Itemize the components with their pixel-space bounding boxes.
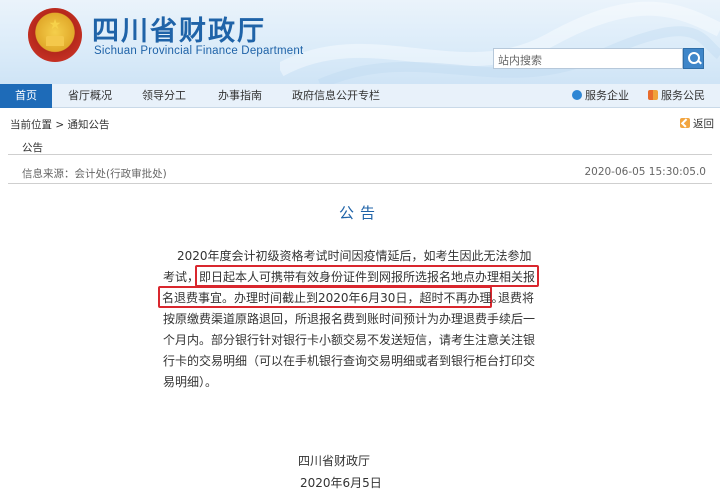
- sign-date: 2020年6月5日: [300, 476, 382, 490]
- article-line: 2020年度会计初级资格考试时间因疫情延后，如考生因此无法参加: [177, 249, 532, 263]
- article-line: 个月内。部分银行针对银行卡小额交易不发送短信，请考生注意关注银: [163, 333, 536, 347]
- nav-service-public-label: 服务公民: [661, 89, 705, 102]
- article-line: 易明细）。: [163, 375, 218, 389]
- info-source: 信息来源：会计处(行政审批处): [22, 168, 167, 180]
- breadcrumb-separator: >: [55, 119, 65, 131]
- nav-overview[interactable]: 省厅概况: [68, 84, 112, 108]
- article-line-highlighted: 即日起本人可携带有效身份证件到网报所选报名地点办理相关报: [199, 270, 536, 284]
- publish-date: 2020-06-05 15:30:05.0: [584, 166, 706, 178]
- article-line: 按原缴费渠道原路退回，所退报名费到账时间预计为办理退费手续后一: [163, 312, 536, 326]
- nav-gov-info[interactable]: 政府信息公开专栏: [292, 84, 380, 108]
- article-line: 行卡的交易明细（可以在手机银行查询交易明细或者到银行柜台打印交: [163, 354, 536, 368]
- site-title[interactable]: 四川省财政厅: [92, 9, 266, 48]
- national-emblem-icon[interactable]: ★: [28, 8, 82, 62]
- breadcrumb-current[interactable]: 通知公告: [68, 119, 110, 131]
- back-icon: [680, 118, 690, 128]
- divider: [8, 154, 712, 155]
- nav-service-enterprise[interactable]: 服务企业: [572, 84, 629, 108]
- nav-home[interactable]: 首页: [0, 84, 52, 108]
- site-title-en: Sichuan Provincial Finance Department: [94, 45, 304, 57]
- back-link[interactable]: 返回: [680, 116, 714, 131]
- article-line: 退费将: [498, 291, 535, 305]
- nav-service-enterprise-label: 服务企业: [585, 89, 629, 102]
- search-button[interactable]: [683, 48, 704, 69]
- enterprise-icon: [572, 90, 582, 100]
- site-header: ★ 四川省财政厅 Sichuan Provincial Finance Depa…: [0, 0, 720, 84]
- nav-leadership[interactable]: 领导分工: [142, 84, 186, 108]
- category-label: 公告: [22, 142, 43, 154]
- nav-service-public[interactable]: 服务公民: [648, 84, 705, 108]
- article-line-highlighted: 名退费事宜。办理时间截止到2020年6月30日，超时不再办理。: [162, 291, 504, 305]
- citizen-icon: [648, 90, 658, 100]
- breadcrumb-label: 当前位置: [10, 119, 52, 131]
- breadcrumb: 当前位置 > 通知公告: [10, 117, 110, 132]
- nav-guide[interactable]: 办事指南: [218, 84, 262, 108]
- back-label: 返回: [693, 118, 714, 130]
- main-nav: 首页 省厅概况 领导分工 办事指南 政府信息公开专栏 服务企业 服务公民: [0, 84, 720, 108]
- search-input[interactable]: 站内搜索: [493, 48, 683, 69]
- article-line: 考试，: [163, 270, 200, 284]
- divider: [8, 183, 712, 184]
- signature: 四川省财政厅: [298, 454, 371, 468]
- article-title: 公告: [338, 204, 381, 222]
- header-decoration: [280, 1, 720, 84]
